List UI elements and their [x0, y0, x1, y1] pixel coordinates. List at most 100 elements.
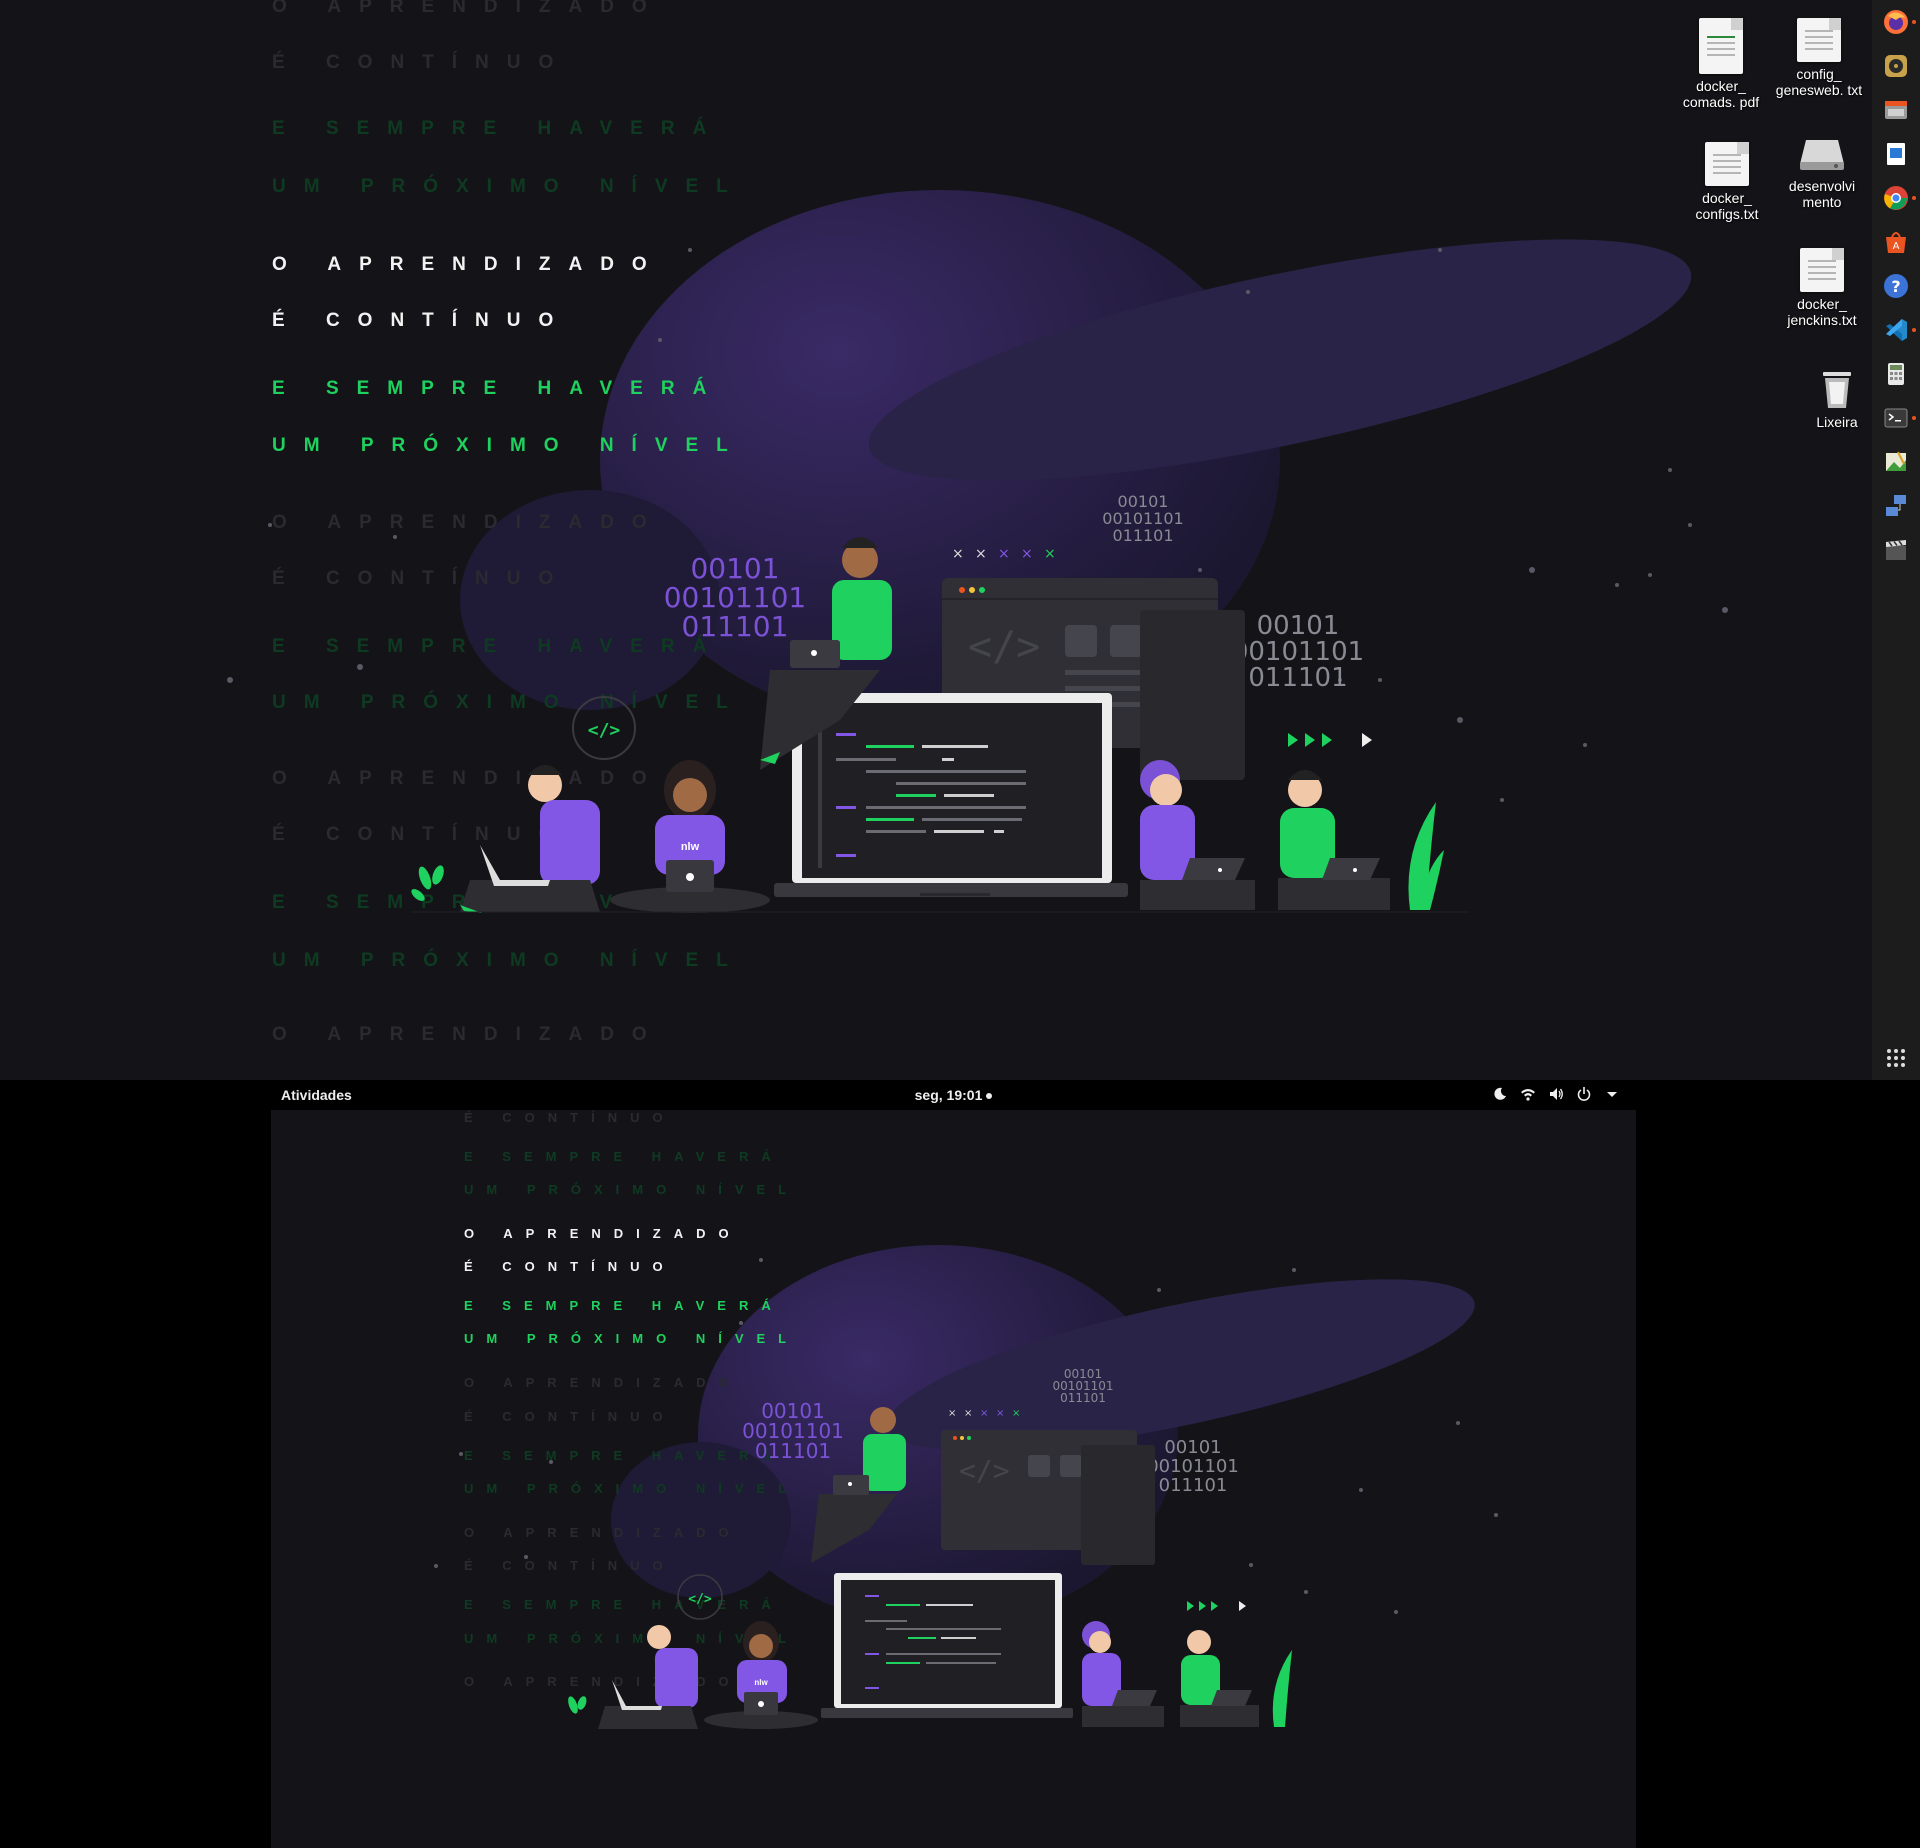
- trash-icon: [1813, 366, 1861, 410]
- dock-item-help[interactable]: ?: [1878, 268, 1914, 304]
- desktop-file-label: desenvolvi mento: [1788, 178, 1856, 210]
- desktop-file-label: Lixeira: [1816, 414, 1858, 430]
- svg-text:×: ×: [998, 546, 1010, 562]
- dock-item-terminal[interactable]: [1878, 400, 1916, 436]
- dock-item-vscode[interactable]: [1878, 312, 1916, 348]
- svg-text:É CONTÍNUO: É CONTÍNUO: [464, 1409, 676, 1424]
- motto-line2-faded-3: É CONTÍNUO: [272, 823, 571, 845]
- dock-item-firefox[interactable]: [1878, 4, 1916, 40]
- terminal-icon: [1884, 408, 1908, 428]
- motto-line2-faded-2: É CONTÍNUO: [272, 567, 571, 589]
- svg-text:00101: 00101: [1164, 1437, 1221, 1458]
- dock-item-writer[interactable]: [1878, 136, 1914, 172]
- drive-icon: [1798, 134, 1846, 174]
- motto-line1: O APRENDIZADO: [272, 254, 665, 275]
- text-file-icon: [1703, 142, 1751, 186]
- svg-text:nlw: nlw: [754, 1678, 768, 1687]
- person-purple-right: [1140, 760, 1255, 910]
- dock-item-files[interactable]: [1878, 92, 1914, 128]
- motto-line1-faded-2: O APRENDIZADO: [272, 512, 665, 533]
- rhythmbox-icon: [1885, 55, 1907, 77]
- motto-line1-secondary: O APRENDIZADO: [464, 1226, 742, 1241]
- svg-text:</>: </>: [688, 1592, 712, 1607]
- binary-gray-large: 00101 00101101 011101: [1232, 611, 1364, 693]
- svg-text:×: ×: [996, 1408, 1004, 1419]
- wallpaper-secondary: O APRENDIZADO É CONTÍNUO E SEMPRE HAVERÁ…: [434, 1080, 1498, 1729]
- svg-text:É CONTÍNUO: É CONTÍNUO: [464, 1110, 676, 1125]
- network-icon: [1886, 495, 1906, 516]
- desktop-trash[interactable]: Lixeira: [1792, 366, 1872, 430]
- plant-right: [1408, 802, 1444, 910]
- desktop-drive-desenvolvimento[interactable]: desenvolvi mento: [1777, 134, 1867, 210]
- writer-icon: [1887, 143, 1905, 165]
- motto-line3-faded-2: E SEMPRE HAVERÁ: [272, 635, 724, 657]
- svg-text:×: ×: [980, 1408, 988, 1419]
- wallpaper: O APRENDIZADO É CONTÍNUO E SEMPRE HAVERÁ…: [227, 0, 1728, 1045]
- svg-text:×: ×: [1044, 546, 1056, 562]
- motto-line4: UM PRÓXIMO NÍVEL: [272, 434, 746, 456]
- clock-label[interactable]: seg, 19:01: [915, 1087, 983, 1103]
- svg-text:O APRENDIZADO: O APRENDIZADO: [464, 1525, 742, 1540]
- dock-item-image-viewer[interactable]: [1878, 444, 1914, 480]
- motto-line3-secondary: E SEMPRE HAVERÁ: [464, 1298, 784, 1313]
- desktop-screen-2: O APRENDIZADO É CONTÍNUO E SEMPRE HAVERÁ…: [271, 1080, 1636, 1848]
- system-tray[interactable]: [1492, 1086, 1620, 1102]
- person-green-right: [1278, 770, 1390, 910]
- pdf-file-icon: [1697, 18, 1745, 74]
- desktop-file-label: config_ genesweb. txt: [1775, 66, 1863, 98]
- motto-line1-faded: O APRENDIZADO: [272, 0, 665, 17]
- desktop-file-label: docker_ configs.txt: [1695, 190, 1759, 222]
- top-bar: Atividades seg, 19:01: [271, 1080, 1636, 1110]
- svg-text:</>: </>: [959, 1454, 1010, 1487]
- svg-text:E SEMPRE HAVERÁ: E SEMPRE HAVERÁ: [464, 1448, 784, 1463]
- desktop-file-label: docker_ jenckins.txt: [1787, 296, 1857, 328]
- desktop-file-docker-jenckins[interactable]: docker_ jenckins.txt: [1777, 248, 1867, 328]
- calculator-icon: [1888, 363, 1904, 385]
- play-arrows: [1288, 733, 1372, 747]
- desktop-file-config-genesweb[interactable]: config_ genesweb. txt: [1774, 18, 1864, 98]
- dock-item-rhythmbox[interactable]: [1878, 48, 1914, 84]
- vscode-icon: [1886, 319, 1907, 341]
- text-file-icon: [1798, 248, 1846, 292]
- svg-text:011101: 011101: [1248, 663, 1347, 693]
- svg-text:011101: 011101: [682, 610, 789, 643]
- power-icon: [1577, 1087, 1591, 1101]
- svg-text:UM PRÓXIMO NÍVEL: UM PRÓXIMO NÍVEL: [464, 1481, 799, 1496]
- activities-button[interactable]: Atividades: [281, 1087, 352, 1103]
- motto-line4-faded: UM PRÓXIMO NÍVEL: [272, 175, 746, 197]
- show-applications-button[interactable]: [1878, 1040, 1914, 1076]
- chevron-down-icon: [1607, 1092, 1617, 1097]
- firefox-icon: [1884, 10, 1908, 34]
- video-icon: [1886, 540, 1906, 560]
- dock-item-network[interactable]: [1878, 488, 1914, 524]
- svg-text:×: ×: [1012, 1408, 1020, 1419]
- svg-text:011101: 011101: [1159, 1475, 1228, 1496]
- svg-text:?: ?: [1891, 277, 1900, 296]
- desktop-file-docker-configs[interactable]: docker_ configs.txt: [1682, 142, 1772, 222]
- help-icon: ?: [1884, 274, 1908, 298]
- night-light-icon: [1494, 1087, 1506, 1100]
- svg-text:×: ×: [952, 546, 964, 562]
- motto-line2-faded: É CONTÍNUO: [272, 51, 571, 73]
- wifi-icon: [1521, 1089, 1535, 1101]
- svg-text:011101: 011101: [1060, 1391, 1106, 1405]
- svg-text:×: ×: [964, 1408, 972, 1419]
- svg-text:×: ×: [1021, 546, 1033, 562]
- dock-item-calculator[interactable]: [1878, 356, 1914, 392]
- svg-text:É CONTÍNUO: É CONTÍNUO: [464, 1558, 676, 1573]
- dock-item-video[interactable]: [1878, 532, 1914, 568]
- motto-line2: É CONTÍNUO: [272, 309, 571, 331]
- software-icon: A: [1886, 232, 1906, 253]
- motto-line1-faded-3: O APRENDIZADO: [272, 768, 665, 789]
- svg-text:E SEMPRE HAVERÁ: E SEMPRE HAVERÁ: [464, 1597, 784, 1612]
- dock-item-chrome[interactable]: [1878, 180, 1916, 216]
- svg-text:×: ×: [948, 1408, 956, 1419]
- desktop-file-docker-comads-pdf[interactable]: docker_ comads. pdf: [1676, 18, 1766, 110]
- dock-item-software[interactable]: A: [1878, 224, 1914, 260]
- clock-button: seg, 19:01: [271, 1087, 1636, 1103]
- image-viewer-icon: [1886, 451, 1906, 471]
- chrome-icon: [1884, 186, 1908, 210]
- svg-text:00101101: 00101101: [1147, 1456, 1239, 1477]
- volume-icon: [1550, 1088, 1563, 1100]
- desktop-file-label: docker_ comads. pdf: [1682, 78, 1760, 110]
